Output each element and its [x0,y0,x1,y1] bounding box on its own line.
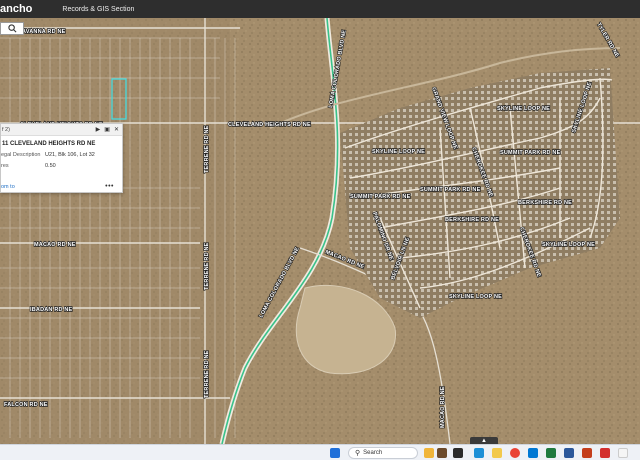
windows-taskbar: ⚲ Search [0,444,640,460]
road-label-summit-3: SUMMIT PARK RD NE [500,150,561,156]
zoom-to-link[interactable]: om to [1,184,15,190]
popup-row-acres: res 0.50 [1,163,122,169]
word-icon[interactable] [564,448,574,458]
road-label-terrene-south: TERRENE RD NE [204,350,210,398]
road-label-macao-west: MACAO RD NE [34,242,76,248]
records-gis-link[interactable]: Records & GIS Section [62,6,134,13]
feature-popup: f 2) ▶ ▣ ✕ 11 CLEVELAND HEIGHTS RD NE eg… [0,123,123,193]
popup-row-value: U21, Blk 106, Lot 32 [45,152,95,158]
dock-icon[interactable]: ▣ [104,127,110,133]
file-explorer-icon[interactable] [492,448,502,458]
road-label-avanna: AVANNA RD NE [22,29,66,35]
taskbar-search-label: Search [363,450,383,456]
search-button[interactable] [0,22,24,35]
close-icon[interactable]: ✕ [114,127,119,133]
road-label-skyline-1: SKYLINE LOOP NE [372,149,425,155]
road-label-berkshire-2: BERKSHIRE RD NE [518,200,572,206]
west-parcels-area [0,18,230,444]
popup-title: 11 CLEVELAND HEIGHTS RD NE [2,141,96,147]
road-label-summit-2: SUMMIT PARK RD NE [420,187,481,193]
task-view-icon[interactable] [453,448,463,458]
road-label-cleveland-east: CLEVELAND HEIGHTS RD NE [228,122,311,128]
edge-icon[interactable] [474,448,484,458]
road-label-summit-1: SUMMIT PARK RD NE [350,194,411,200]
map-view[interactable]: AVANNA RD NE CLEVELAND HEIGHTS RD NE CLE… [0,18,640,444]
popup-row-legal: egal Description U21, Blk 106, Lot 32 [1,152,122,158]
app-brand: ancho [0,3,33,15]
next-feature-icon[interactable]: ▶ [96,127,101,133]
powerpoint-icon[interactable] [582,448,592,458]
widget-icon[interactable] [437,448,447,458]
road-label-skyline-2: SKYLINE LOOP NE [497,106,550,112]
road-label-falcon: FALCON RD NE [4,402,48,408]
popup-header: f 2) ▶ ▣ ✕ [1,124,122,136]
road-label-terrene-mid: TERRENE RD NE [204,242,210,290]
popup-controls: ▶ ▣ ✕ [96,127,122,133]
excel-icon[interactable] [546,448,556,458]
store-icon[interactable] [618,448,628,458]
acrobat-icon[interactable] [600,448,610,458]
chrome-icon[interactable] [510,448,520,458]
popup-row-key: res [1,163,9,169]
search-icon [7,24,16,33]
popup-count: f 2) [2,126,10,133]
popup-row-value: 0.50 [45,163,56,169]
more-options-button[interactable]: ••• [105,183,114,190]
windows-start-icon[interactable] [330,448,340,458]
popup-row-key: egal Description [1,152,41,158]
aerial-map[interactable]: AVANNA RD NE CLEVELAND HEIGHTS RD NE CLE… [0,18,640,444]
road-label-skyline-5: SKYLINE LOOP NE [449,294,502,300]
road-label-terrene-north: TERRENE RD NE [204,125,210,173]
outlook-icon[interactable] [528,448,538,458]
road-label-ibadan: IBADAN RD NE [30,307,73,313]
road-label-skyline-4: SKYLINE LOOP NE [542,242,595,248]
weather-icon[interactable] [424,448,434,458]
road-label-macao-south: MACAO RD NE [440,386,446,428]
search-icon: ⚲ [355,450,361,457]
app-header: ancho Records & GIS Section [0,0,640,18]
taskbar-search[interactable]: ⚲ Search [348,447,418,459]
road-label-berkshire-1: BERKSHIRE RD NE [445,217,499,223]
popup-footer: om to ••• [1,183,122,190]
